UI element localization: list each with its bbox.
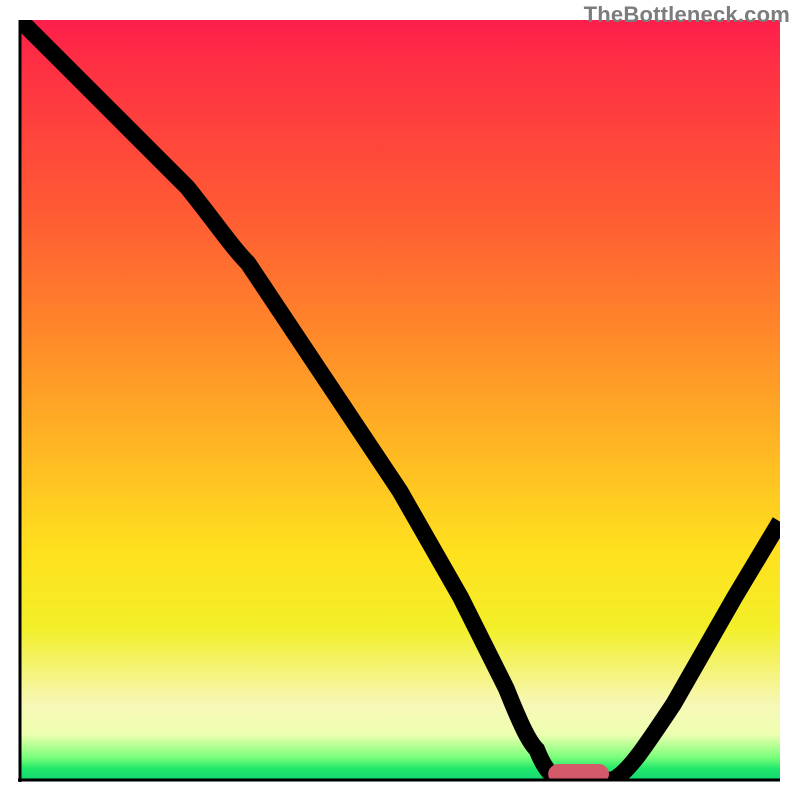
watermark-text: TheBottleneck.com [584, 2, 790, 28]
axes [0, 0, 800, 800]
bottleneck-chart: TheBottleneck.com [0, 0, 800, 800]
